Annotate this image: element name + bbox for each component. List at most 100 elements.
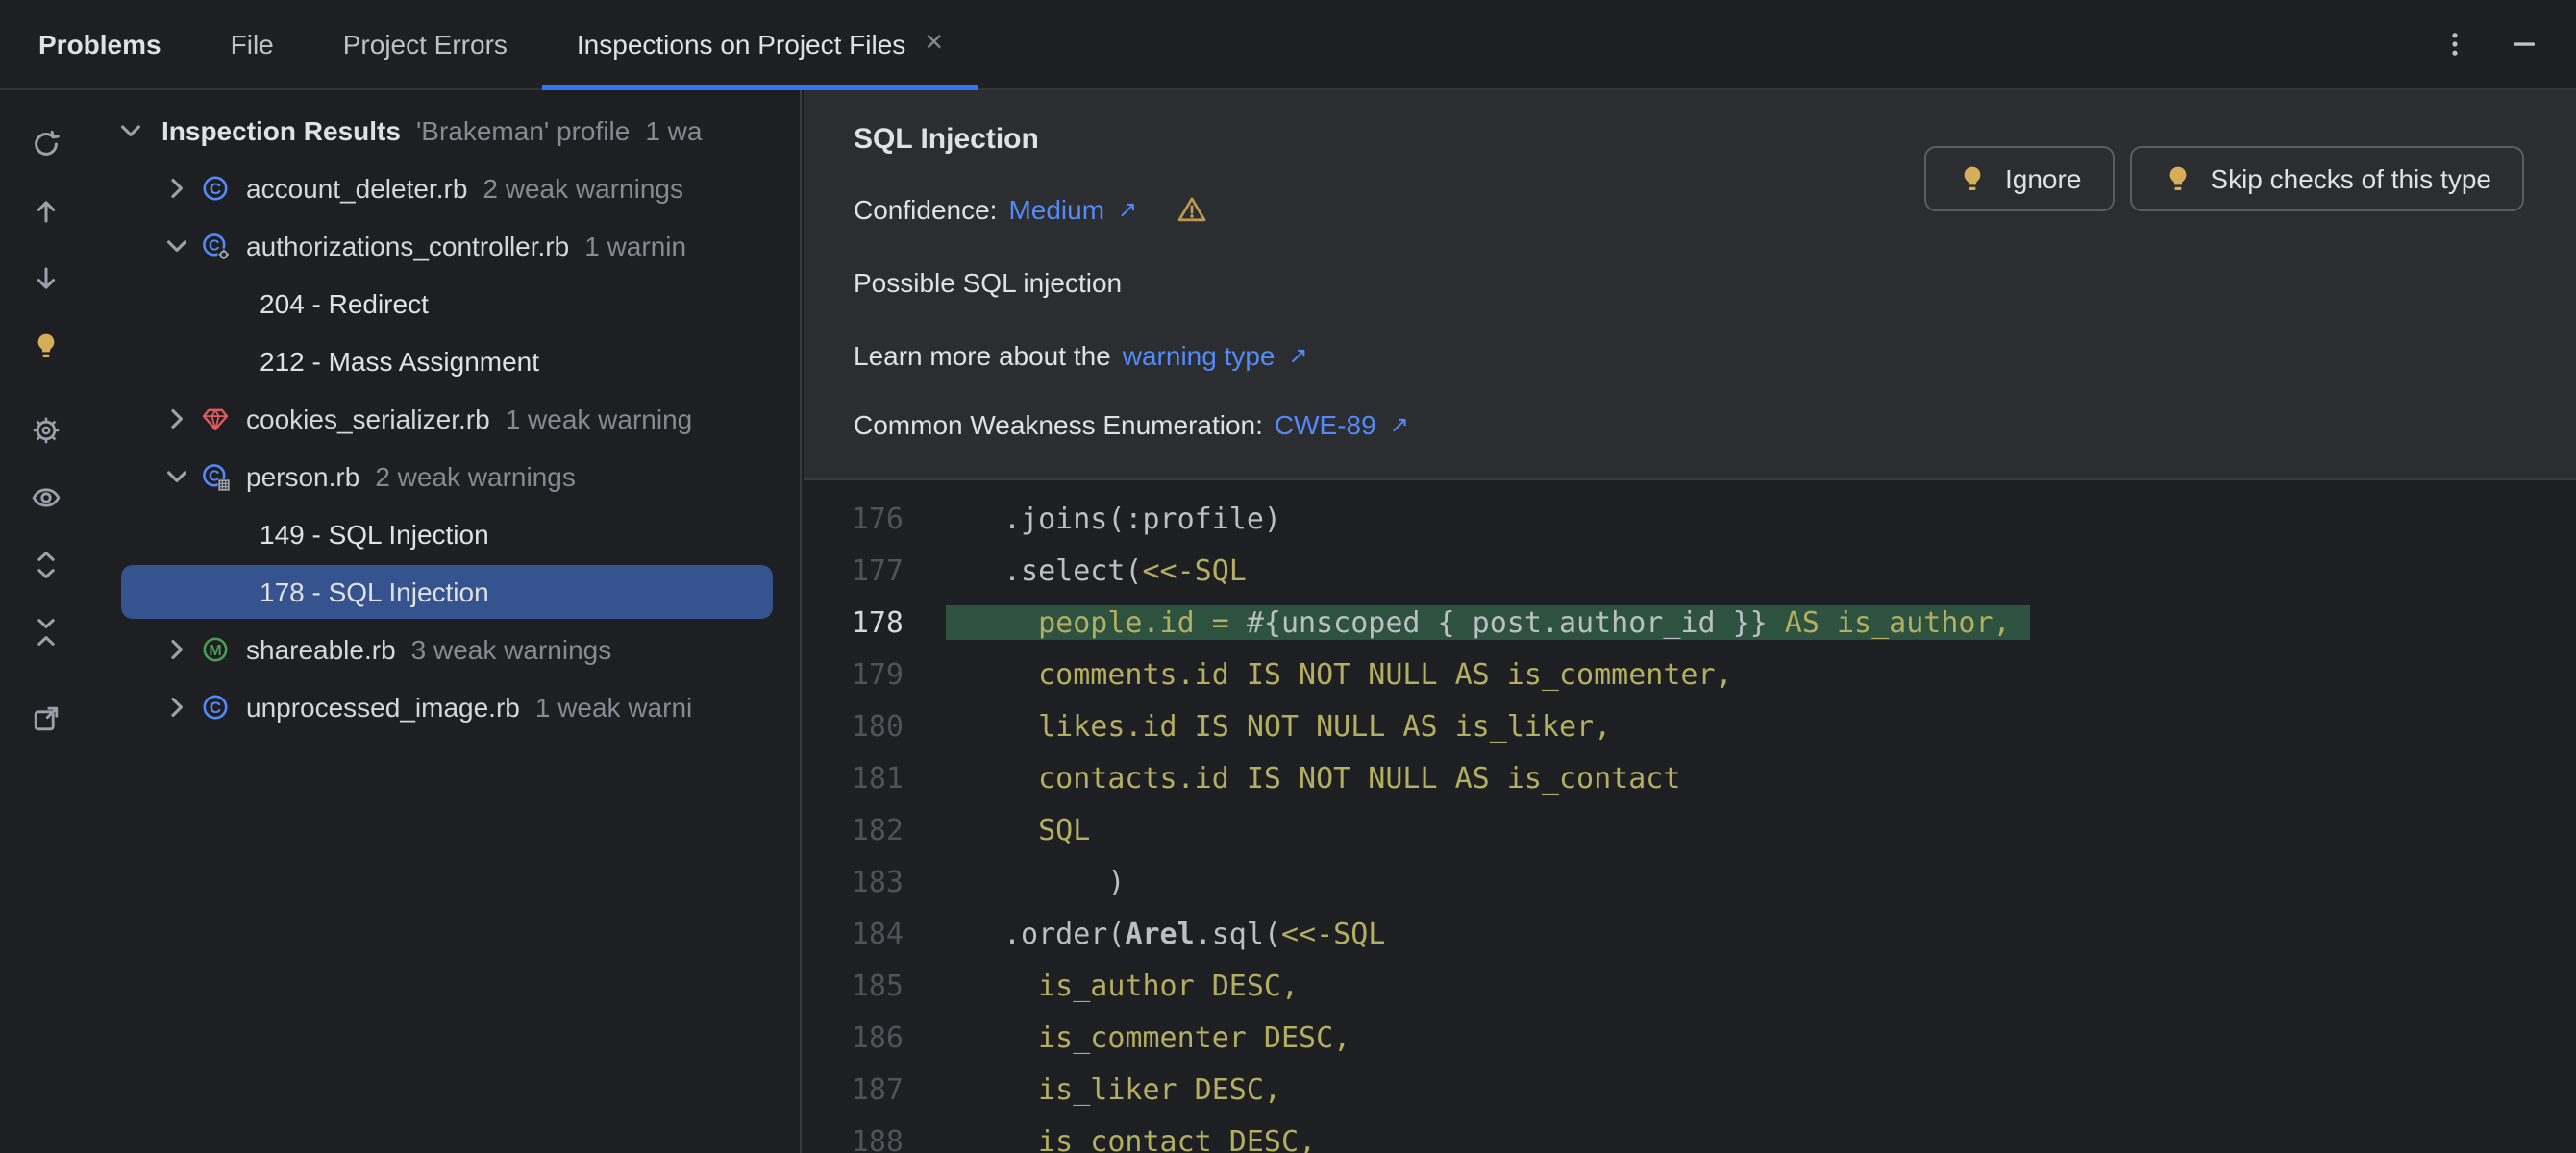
code-text: contacts.id IS NOT NULL AS is_contact [1003, 760, 1681, 795]
warning-description: Possible SQL injection [854, 267, 1123, 298]
file-name: cookies_serializer.rb [246, 404, 490, 434]
code-line[interactable]: 179 comments.id IS NOT NULL AS is_commen… [804, 648, 2576, 699]
inspection-detail-panel: SQL Injection Confidence: Medium ↗ Possi… [804, 90, 2576, 1153]
external-link-icon: ↗ [1389, 411, 1409, 438]
chevron-down-icon[interactable] [161, 461, 192, 492]
code-line[interactable]: 187 is_liker DESC, [804, 1063, 2576, 1115]
code-line[interactable]: 188 is_contact DESC, [804, 1115, 2576, 1153]
hide-tool-window-button[interactable] [2499, 19, 2549, 69]
model-file-icon [203, 464, 231, 492]
code-editor[interactable]: 176 .joins(:profile) 177 .select(<<-SQL 178 … [804, 478, 2576, 1153]
ignore-button[interactable]: Ignore [1924, 146, 2115, 211]
detail-actions: Ignore Skip checks of this type [1924, 146, 2524, 211]
line-number: 188 [851, 1123, 904, 1153]
expand-nodes-icon [37, 552, 54, 578]
chevron-right-icon[interactable] [161, 173, 192, 204]
warning-count: 1 weak warning [505, 404, 693, 434]
tree-file-row[interactable]: cookies_serializer.rb 1 weak warning [90, 390, 800, 448]
tab-project-errors-label: Project Errors [342, 29, 508, 60]
confidence-link[interactable]: Medium [1008, 188, 1104, 231]
code-text: people.id = #{unscoped { post.author_id … [946, 604, 2030, 639]
chevron-right-icon[interactable] [161, 692, 192, 723]
tree-issue-row[interactable]: 149 - SQL Injection [90, 505, 800, 563]
module-file-icon [203, 637, 228, 662]
chevron-right-icon[interactable] [161, 404, 192, 434]
confidence-label: Confidence: [854, 194, 998, 225]
chevron-right-icon[interactable] [161, 634, 192, 665]
eye-button[interactable] [18, 471, 72, 525]
tab-inspections-on-project-files[interactable]: Inspections on Project Files × [541, 0, 978, 90]
code-lines: 176 .joins(:profile) 177 .select(<<-SQL 178 … [804, 492, 2576, 1153]
line-number: 185 [851, 968, 904, 1002]
tree-root-row[interactable]: Inspection Results 'Brakeman' profile 1 … [90, 102, 800, 159]
header-actions [2430, 0, 2576, 88]
tab-inspections-label: Inspections on Project Files [576, 29, 906, 60]
tab-close-icon[interactable]: × [925, 28, 943, 60]
code-line[interactable]: 180 likes.id IS NOT NULL AS is_liker, [804, 699, 2576, 751]
code-line[interactable]: 176 .joins(:profile) [804, 492, 2576, 544]
code-line[interactable]: 183 ) [804, 855, 2576, 907]
tab-bar: File Project Errors Inspections on Proje… [196, 0, 978, 90]
code-text: likes.id IS NOT NULL AS is_liker, [1003, 708, 1612, 743]
left-toolbar [0, 90, 92, 1153]
arrow-up-button[interactable] [18, 184, 72, 238]
code-text: .select(<<-SQL [1003, 552, 1247, 587]
cwe-link[interactable]: CWE-89 [1275, 404, 1376, 446]
warning-count: 2 weak warnings [483, 173, 683, 204]
skip-checks-button[interactable]: Skip checks of this type [2129, 146, 2524, 211]
line-number: 178 [851, 604, 904, 639]
tree-file-row[interactable]: account_deleter.rb 2 weak warnings [90, 159, 800, 217]
tree-issue-row[interactable]: 204 - Redirect [90, 275, 800, 332]
code-line[interactable]: 184 .order(Arel.sql(<<-SQL [804, 907, 2576, 959]
warning-count: 1 weak warni [534, 692, 693, 723]
code-line[interactable]: 181 contacts.id IS NOT NULL AS is_contac… [804, 751, 2576, 803]
line-number: 184 [851, 916, 904, 950]
lightbulb-icon [2169, 166, 2186, 190]
file-name: authorizations_controller.rb [246, 231, 570, 261]
tree-file-row[interactable]: shareable.rb 3 weak warnings [90, 621, 800, 678]
cwe-label: Common Weakness Enumeration: [854, 409, 1263, 440]
code-text: comments.id IS NOT NULL AS is_commenter, [1003, 656, 1733, 691]
tree-issue-row[interactable]: 212 - Mass Assignment [90, 332, 800, 390]
tree-issue-row[interactable]: 178 - SQL Injection [90, 563, 800, 621]
more-options-button[interactable] [2430, 19, 2480, 69]
code-line[interactable]: 182 SQL [804, 803, 2576, 855]
code-line[interactable]: 185 is_author DESC, [804, 959, 2576, 1011]
tab-project-errors[interactable]: Project Errors [309, 0, 542, 88]
code-line[interactable]: 177 .select(<<-SQL [804, 544, 2576, 596]
arrow-down-button[interactable] [18, 252, 72, 306]
refresh-button[interactable] [18, 117, 72, 171]
code-line[interactable]: 186 is_commenter DESC, [804, 1011, 2576, 1063]
class-file-icon [203, 176, 228, 201]
lightbulb-icon [37, 333, 54, 357]
line-number: 187 [851, 1071, 904, 1106]
learn-more-prefix: Learn more about the [854, 340, 1111, 371]
code-line[interactable]: 178 people.id = #{unscoped { post.author… [804, 596, 2576, 648]
code-text: is_commenter DESC, [1003, 1019, 1351, 1054]
file-name: account_deleter.rb [246, 173, 468, 204]
tree-file-row[interactable]: unprocessed_image.rb 1 weak warni [90, 678, 800, 736]
warning-count: 3 weak warnings [410, 634, 612, 665]
collapse-nodes-icon [37, 619, 54, 646]
issue-label: 212 - Mass Assignment [260, 346, 540, 377]
refresh-icon [34, 130, 59, 156]
chevron-down-icon[interactable] [115, 115, 146, 146]
kebab-menu-icon [2452, 33, 2458, 56]
warning-type-link[interactable]: warning type [1123, 334, 1276, 377]
collapse-nodes-button[interactable] [18, 605, 72, 659]
chevron-down-icon[interactable] [161, 231, 192, 261]
tool-window-header: Problems File Project Errors Inspections… [0, 0, 2576, 90]
open-in-editor-button[interactable] [18, 692, 72, 746]
lightbulb-button[interactable] [18, 319, 72, 373]
gear-button[interactable] [18, 404, 72, 457]
code-text: is_author DESC, [1003, 968, 1300, 1002]
issue-label: 149 - SQL Injection [260, 519, 489, 550]
expand-nodes-button[interactable] [18, 538, 72, 592]
minimize-icon [2514, 42, 2535, 46]
arrow-down-icon [36, 267, 55, 289]
line-number: 182 [851, 812, 904, 846]
tree-file-row[interactable]: person.rb 2 weak warnings [90, 448, 800, 505]
tab-file[interactable]: File [196, 0, 309, 88]
learn-more-row: Learn more about the warning type ↗ [854, 334, 2576, 377]
tree-file-row[interactable]: authorizations_controller.rb 1 warnin [90, 217, 800, 275]
